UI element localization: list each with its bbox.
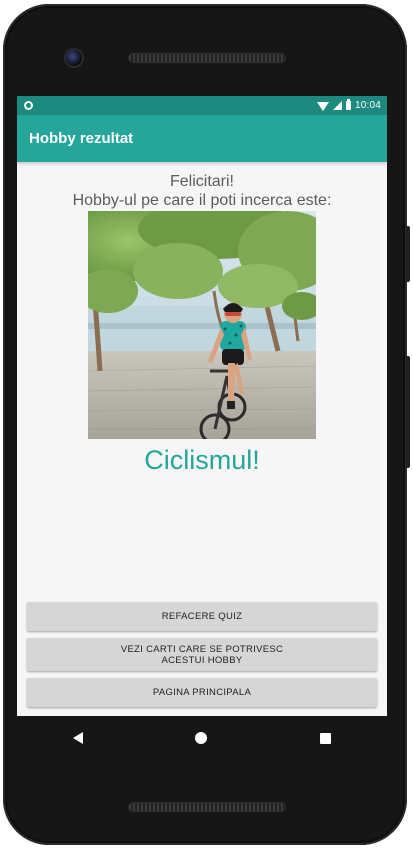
- recents-icon[interactable]: [319, 732, 331, 744]
- signal-icon: [332, 101, 342, 110]
- congrats-text: Felicitari!: [169, 173, 234, 190]
- wifi-icon: [316, 101, 329, 111]
- volume-button[interactable]: [406, 356, 410, 468]
- battery-icon: [345, 99, 351, 110]
- bottom-speaker: [129, 803, 285, 811]
- front-camera: [66, 50, 82, 66]
- status-bar: 10:04: [17, 96, 387, 115]
- hobby-result: Ciclismul!: [144, 445, 260, 475]
- hobby-image: [88, 211, 316, 439]
- result-content: Felicitari! Hobby-ul pe care il poti inc…: [17, 172, 387, 477]
- see-books-button[interactable]: VEZI CARTI CARE SE POTRIVESC ACESTUI HOB…: [27, 638, 377, 671]
- status-time: 10:04: [354, 100, 381, 111]
- system-nav-bar: [17, 716, 387, 760]
- cyclist-photo: [88, 211, 316, 439]
- action-buttons: REFACERE QUIZ VEZI CARTI CARE SE POTRIVE…: [27, 602, 377, 714]
- app-bar-title: Hobby rezultat: [29, 130, 134, 147]
- back-icon[interactable]: [73, 732, 84, 744]
- subtitle-text: Hobby-ul pe care il poti incerca este:: [72, 192, 332, 209]
- notification-icon: [24, 101, 33, 110]
- power-button[interactable]: [406, 226, 410, 282]
- app-bar: Hobby rezultat: [17, 115, 387, 162]
- app-screen: 10:04 Hobby rezultat Felicitari! Hobby-u…: [17, 96, 387, 716]
- home-icon[interactable]: [195, 732, 208, 744]
- home-page-button[interactable]: PAGINA PRINCIPALA: [27, 678, 377, 707]
- retake-quiz-button[interactable]: REFACERE QUIZ: [27, 602, 377, 631]
- earpiece-speaker: [129, 54, 285, 62]
